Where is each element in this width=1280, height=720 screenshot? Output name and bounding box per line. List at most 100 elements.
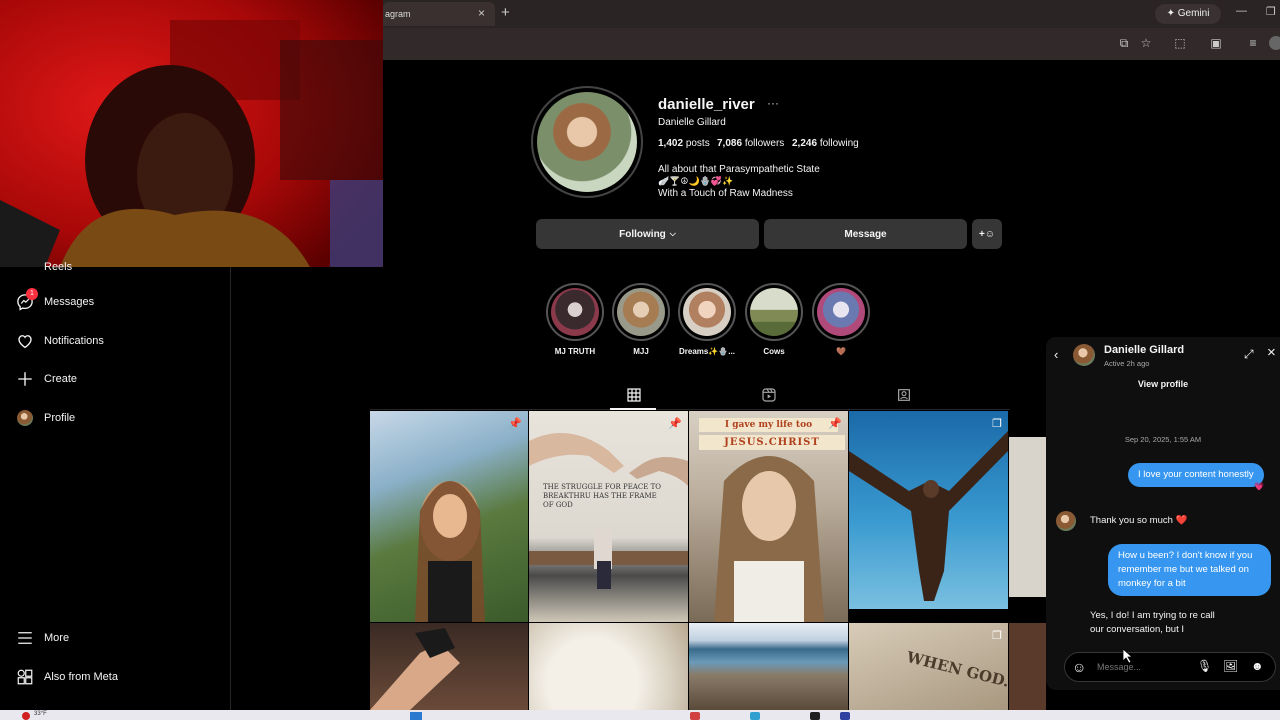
browser-tab[interactable]: agram × <box>383 2 495 26</box>
weather-icon[interactable] <box>22 712 30 720</box>
dm-contact-name[interactable]: Danielle Gillard <box>1104 344 1184 356</box>
mouse-cursor <box>1123 649 1133 663</box>
pinned-icon: 📌 <box>668 418 682 430</box>
reels-icon <box>762 388 776 402</box>
post-tile[interactable]: 📌 <box>370 411 528 622</box>
new-tab-button[interactable]: + <box>501 4 510 21</box>
post-tile[interactable] <box>529 623 688 710</box>
highlight-item[interactable]: Dreams✨🪬... <box>677 283 737 356</box>
post-caption: JESUS.CHRIST <box>699 435 845 450</box>
close-tab-icon[interactable]: × <box>478 6 485 20</box>
following-count: 2,246 <box>792 138 818 149</box>
gemini-button[interactable]: ✦ Gemini <box>1155 4 1221 24</box>
highlight-cover <box>750 288 798 336</box>
profile-full-name: Danielle Gillard <box>658 117 726 128</box>
received-message[interactable]: Thank you so much ❤️ <box>1090 514 1187 528</box>
tab-posts[interactable] <box>626 387 642 403</box>
post-tile[interactable] <box>370 623 528 710</box>
post-caption: WHEN GOD... A WOMAN <box>904 647 1008 710</box>
highlight-item[interactable]: MJ TRUTH <box>545 283 605 356</box>
bio-line: All about that Parasympathetic State <box>658 164 820 175</box>
following-button[interactable]: Following ⌵ <box>536 219 759 249</box>
sidebar-item-label: More <box>44 632 70 644</box>
post-tile[interactable]: I gave my life too JESUS.CHRIST 📌 <box>689 411 848 622</box>
sidebar-item-create[interactable]: Create <box>16 367 77 391</box>
windows-start-icon[interactable] <box>410 712 422 720</box>
profile-avatar[interactable] <box>531 86 643 198</box>
pinned-icon: 📌 <box>508 418 522 430</box>
chevron-down-icon: ⌵ <box>669 229 676 238</box>
image-icon[interactable]: 🖼 <box>1223 659 1238 673</box>
messenger-icon: 1 <box>16 288 38 311</box>
post-tile[interactable] <box>1009 623 1046 710</box>
heart-icon <box>16 332 34 350</box>
windows-taskbar: 33°F <box>0 710 1280 720</box>
sidebar-item-profile[interactable]: Profile <box>16 406 75 430</box>
tab-tagged[interactable] <box>896 387 912 403</box>
highlight-item[interactable]: MJJ <box>611 283 671 356</box>
taskbar-app-icon[interactable] <box>840 712 850 720</box>
sticker-icon[interactable]: ☻ <box>1251 659 1264 673</box>
message-button[interactable]: Message <box>764 219 967 249</box>
highlight-cover <box>817 288 865 336</box>
taskbar-app-icon[interactable] <box>810 712 820 720</box>
post-caption: THE STRUGGLE FOR PEACE TO BREAKTHRU HAS … <box>543 483 661 509</box>
post-tile[interactable]: WHEN GOD... A WOMAN ❐ <box>849 623 1008 710</box>
followers-stat[interactable]: 7,086 followers <box>717 138 784 149</box>
following-button-label: Following <box>619 228 666 240</box>
following-stat[interactable]: 2,246 following <box>792 138 859 149</box>
followers-label: followers <box>744 138 785 149</box>
dm-avatar <box>1073 344 1095 366</box>
add-user-icon: +☺ <box>978 228 996 240</box>
highlight-item[interactable]: Cows <box>744 283 804 356</box>
extensions-icon[interactable]: ⬚ <box>1173 36 1187 50</box>
add-user-button[interactable]: +☺ <box>972 219 1002 249</box>
sidebar-item-notifications[interactable]: Notifications <box>16 329 104 353</box>
following-label: following <box>819 138 859 149</box>
plus-icon <box>16 370 34 388</box>
sent-message[interactable]: I love your content honestly <box>1128 463 1264 487</box>
post-tile[interactable] <box>1009 437 1046 597</box>
post-image <box>529 433 688 589</box>
back-icon[interactable]: ‹ <box>1054 347 1058 362</box>
sidebar-item-reels[interactable]: Reels <box>16 259 72 275</box>
microphone-icon[interactable]: 🎙 <box>1197 659 1212 673</box>
more-options-icon[interactable]: ··· <box>767 96 779 110</box>
received-message[interactable]: Yes, I do! I am trying to re call our co… <box>1090 609 1218 637</box>
minimize-icon[interactable]: — <box>1236 5 1247 17</box>
post-tile[interactable]: THE STRUGGLE FOR PEACE TO BREAKTHRU HAS … <box>529 411 688 622</box>
followers-count: 7,086 <box>717 138 743 149</box>
install-app-icon[interactable]: ⧉ <box>1117 36 1131 50</box>
taskbar-app-icon[interactable] <box>690 712 700 720</box>
post-image <box>415 481 485 622</box>
close-icon[interactable]: × <box>1267 344 1276 361</box>
tab-reels[interactable] <box>761 387 777 403</box>
posts-stat: 1,402 posts <box>658 138 710 149</box>
message-composer: ☺ 🎙 🖼 ☻ <box>1064 652 1276 682</box>
browser-profile-avatar[interactable] <box>1269 36 1280 50</box>
posts-label: posts <box>685 138 710 149</box>
post-tile[interactable] <box>689 623 848 710</box>
post-tile[interactable]: ❐ <box>849 411 1008 609</box>
sidebar-item-messages[interactable]: 1 Messages <box>16 288 94 314</box>
highlight-cover <box>551 288 599 336</box>
taskbar-app-icon[interactable] <box>750 712 760 720</box>
emoji-icon[interactable]: ☺ <box>1072 659 1086 675</box>
webcam-image <box>0 0 383 267</box>
view-profile-link[interactable]: View profile <box>1046 379 1280 389</box>
restore-icon[interactable]: ❐ <box>1266 5 1276 18</box>
bookmark-star-icon[interactable]: ☆ <box>1139 36 1153 50</box>
sent-message[interactable]: How u been? I don't know if you remember… <box>1108 544 1271 596</box>
sidebar-item-more[interactable]: More <box>16 626 69 650</box>
message-input[interactable] <box>1097 659 1187 675</box>
webcam-overlay <box>0 0 383 267</box>
posts-count: 1,402 <box>658 138 684 149</box>
reading-list-icon[interactable]: ≡ <box>1246 36 1260 50</box>
side-panel-icon[interactable]: ▣ <box>1209 36 1223 50</box>
sidebar-item-also-from-meta[interactable]: Also from Meta <box>16 665 118 689</box>
highlight-item[interactable]: 🤎 <box>811 283 871 356</box>
dm-sender-avatar <box>1056 511 1076 531</box>
dm-active-status: Active 2h ago <box>1104 359 1150 368</box>
hamburger-icon <box>16 629 34 647</box>
expand-icon[interactable]: ⤢ <box>1244 347 1254 362</box>
